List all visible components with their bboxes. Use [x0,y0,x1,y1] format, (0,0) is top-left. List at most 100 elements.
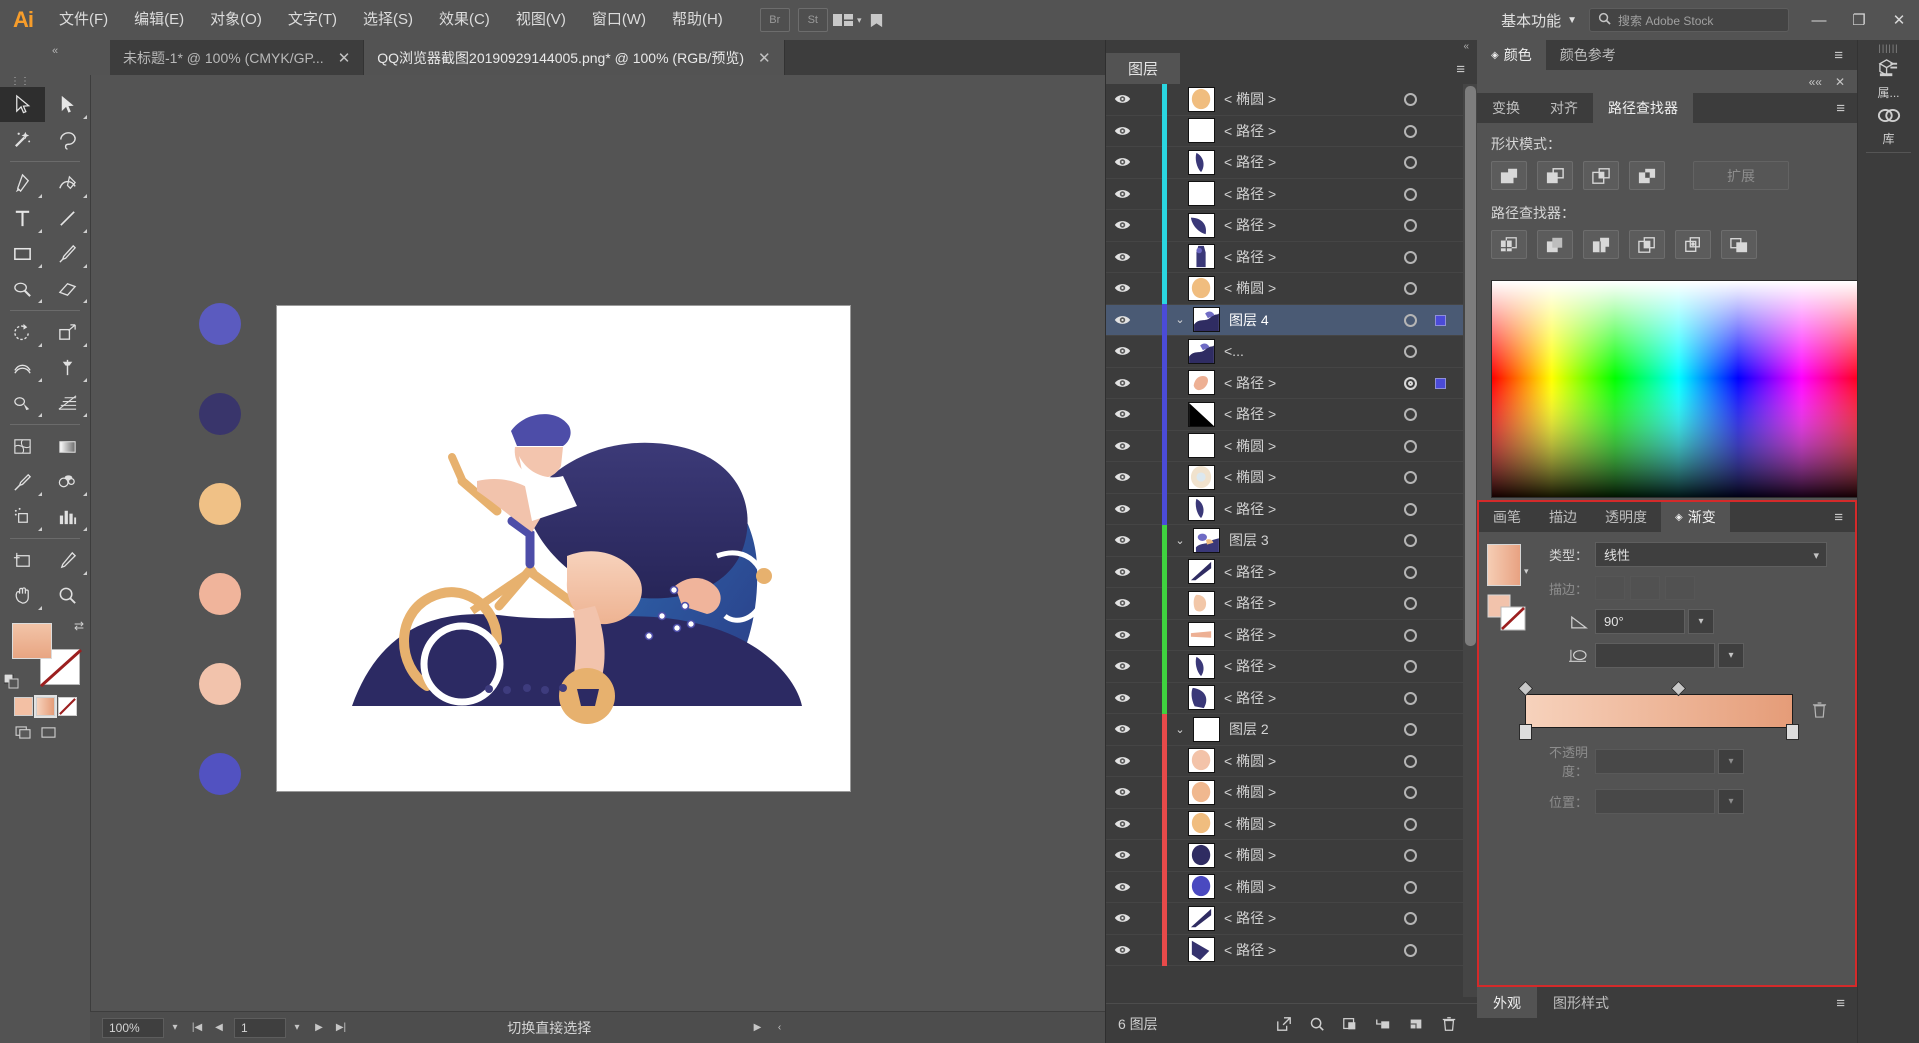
target-indicator[interactable] [1404,723,1417,736]
visibility-toggle-icon[interactable] [1106,944,1139,956]
visibility-toggle-icon[interactable] [1106,93,1139,105]
target-indicator[interactable] [1404,219,1417,232]
layer-item-row[interactable]: < 路径 > [1106,934,1463,966]
previous-artboard-button[interactable]: ◀ [208,1018,230,1038]
stroke-within-icon[interactable] [1595,576,1625,600]
direct-selection-tool[interactable] [45,87,90,122]
width-tool[interactable] [0,350,45,385]
layer-item-row[interactable]: < 椭圆 > [1106,461,1463,494]
target-indicator[interactable] [1404,754,1417,768]
tab-stroke[interactable]: 描边 [1535,502,1591,532]
tab-transform[interactable]: 变换 [1477,93,1535,123]
workspace-switcher[interactable]: 基本功能 ▼ [1489,10,1589,31]
tools-panel-grip[interactable]: ⋮⋮ [0,75,90,87]
gradient-aspect-dropdown-icon[interactable]: ▾ [1718,643,1744,668]
layers-panel-collapse[interactable]: « [1106,40,1477,53]
close-icon[interactable]: ✕ [758,49,771,67]
tab-pathfinder[interactable]: 路径查找器 [1593,93,1693,123]
layer-item-row[interactable]: < 路径 > [1106,619,1463,651]
layer-row[interactable]: ⌄ 图层 2 [1106,713,1463,746]
target-indicator[interactable] [1404,345,1417,358]
rectangle-tool[interactable] [0,236,45,271]
layer-item-row[interactable]: < 路径 > [1106,367,1463,399]
artboard-tool[interactable] [0,543,45,578]
drawing-mode-normal-icon[interactable] [12,723,34,741]
gradient-ramp[interactable] [1525,694,1793,728]
visibility-toggle-icon[interactable] [1106,282,1139,294]
layers-list[interactable]: < 椭圆 > < 路径 > < 路径 > < 路径 > < 路径 > < 路径 > < 椭圆… [1106,84,1463,997]
selection-tool[interactable] [0,87,45,122]
merge-icon[interactable] [1583,230,1619,259]
minimize-button[interactable]: — [1799,0,1839,40]
close-icon[interactable]: ✕ [1835,75,1845,89]
menu-file[interactable]: 文件(F) [46,0,121,40]
color-swatch-none[interactable] [58,697,77,716]
rail-item-properties[interactable]: 属... [1858,56,1919,103]
gradient-slider[interactable] [1517,680,1831,740]
swap-fill-stroke-icon[interactable]: ⇄ [74,619,84,633]
visibility-toggle-icon[interactable] [1106,629,1139,641]
type-tool[interactable] [0,201,45,236]
zoom-tool[interactable] [45,578,90,613]
gradient-panel-menu-icon[interactable]: ≡ [1834,509,1843,526]
visibility-toggle-icon[interactable] [1106,440,1139,452]
color-swatch-solid[interactable] [14,697,33,716]
swatch-dot[interactable] [199,483,241,525]
eyedropper-tool[interactable] [0,464,45,499]
swatch-dot[interactable] [199,393,241,435]
rail-grip[interactable]: |||||| [1858,40,1919,56]
layer-item-row[interactable]: < 路径 > [1106,398,1463,431]
color-panel-menu-icon[interactable]: ≡ [1820,40,1857,70]
create-new-sublayer-icon[interactable] [1369,1011,1397,1037]
target-indicator[interactable] [1404,471,1417,484]
layers-scroll-thumb[interactable] [1465,86,1476,646]
expand-button[interactable]: 扩展 [1693,161,1789,190]
layer-item-row[interactable]: < 路径 > [1106,493,1463,525]
visibility-toggle-icon[interactable] [1106,156,1139,168]
stock-button[interactable]: St [797,8,828,32]
layer-item-row[interactable]: < 路径 > [1106,209,1463,242]
unite-icon[interactable] [1491,161,1527,190]
visibility-toggle-icon[interactable] [1106,723,1139,735]
eraser-tool[interactable] [45,271,90,306]
tab-layers[interactable]: 图层 [1106,53,1181,84]
artboard-number-input[interactable]: 1 [234,1017,286,1038]
target-indicator[interactable] [1404,691,1417,705]
zoom-level-input[interactable]: 100% [102,1017,164,1038]
toolbar-collapse-toggle[interactable]: « [0,40,110,75]
layer-item-row[interactable]: < 路径 > [1106,146,1463,179]
locate-object-icon[interactable] [1270,1011,1298,1037]
gradient-position-dropdown-icon[interactable]: ▾ [1718,789,1744,814]
layer-item-row[interactable]: < 路径 > [1106,902,1463,935]
chevron-down-icon[interactable]: ▾ [1524,566,1529,577]
visibility-toggle-icon[interactable] [1106,786,1139,798]
layer-item-row[interactable]: < 路径 > [1106,650,1463,683]
visibility-toggle-icon[interactable] [1106,377,1139,389]
menu-window[interactable]: 窗口(W) [579,0,659,40]
layer-item-row[interactable]: < 路径 > [1106,587,1463,620]
menu-effect[interactable]: 效果(C) [426,0,503,40]
search-icon[interactable] [1303,1011,1331,1037]
gradient-fill-stroke-icons[interactable] [1487,594,1527,632]
swatch-dot[interactable] [199,663,241,705]
disclosure-triangle-icon[interactable]: ⌄ [1167,723,1193,736]
column-graph-tool[interactable] [45,499,90,534]
target-indicator[interactable] [1404,282,1417,295]
menu-view[interactable]: 视图(V) [503,0,579,40]
layer-item-row[interactable]: < 椭圆 > [1106,84,1463,116]
tab-gradient[interactable]: ◈ 渐变 [1661,502,1730,532]
create-new-layer-icon[interactable] [1402,1011,1430,1037]
gradient-angle-input[interactable]: 90° [1595,609,1685,634]
tab-color-guide[interactable]: 颜色参考 [1546,40,1630,70]
divide-icon[interactable] [1491,230,1527,259]
layer-item-row[interactable]: < 椭圆 > [1106,776,1463,809]
pathfinder-menu-icon[interactable]: ≡ [1836,100,1845,117]
visibility-toggle-icon[interactable] [1106,345,1139,357]
tab-align[interactable]: 对齐 [1535,93,1593,123]
visibility-toggle-icon[interactable] [1106,188,1139,200]
artboard-dropdown-icon[interactable]: ▾ [286,1018,308,1038]
pen-tool[interactable] [0,166,45,201]
target-indicator[interactable] [1404,597,1417,610]
layer-item-row[interactable]: < 椭圆 > [1106,808,1463,840]
visibility-toggle-icon[interactable] [1106,660,1139,672]
